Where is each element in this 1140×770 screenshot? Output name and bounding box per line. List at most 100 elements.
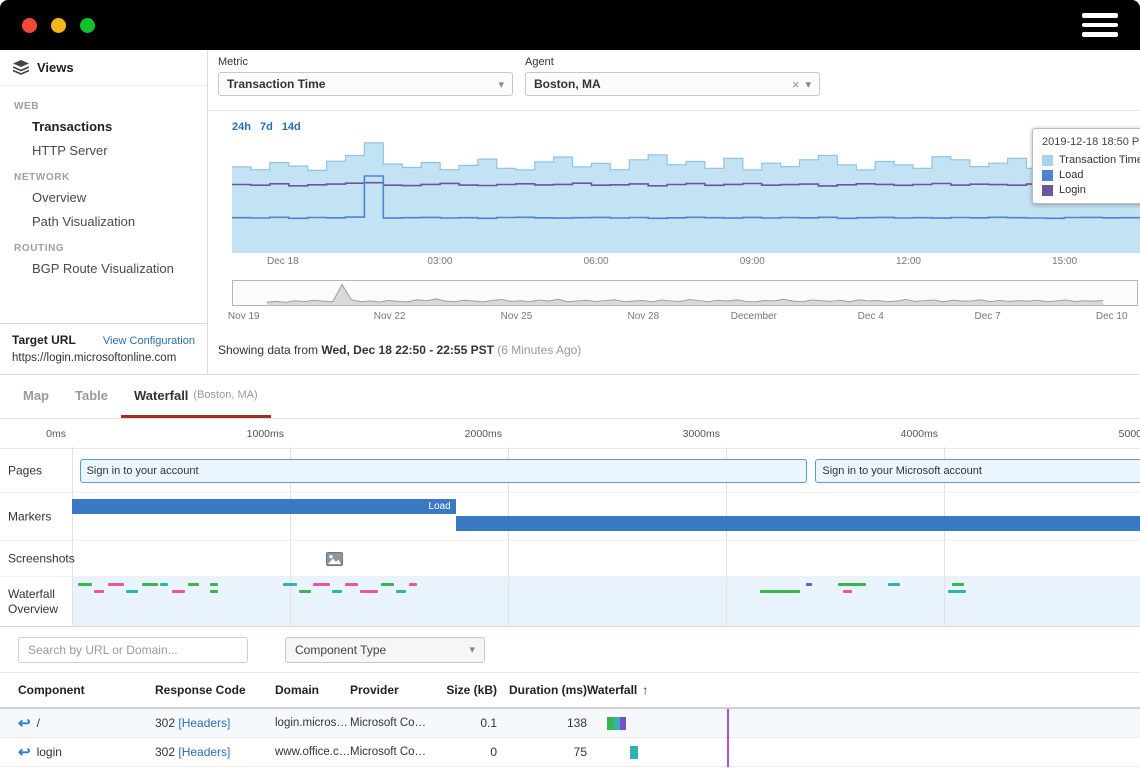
row-waterfall-cell xyxy=(587,746,1140,759)
sidebar-item-bgp-route-visualization[interactable]: BGP Route Visualization xyxy=(0,257,207,281)
sidebar-item-path-visualization[interactable]: Path Visualization xyxy=(0,210,207,234)
row-waterfall-bars xyxy=(630,746,1140,759)
column-header-component[interactable]: Component xyxy=(18,683,155,697)
column-header-provider[interactable]: Provider xyxy=(350,683,445,697)
status-line: Showing data from Wed, Dec 18 22:50 - 22… xyxy=(218,343,581,357)
brush-tick-label: Dec 4 xyxy=(858,311,884,322)
column-header-label: Response Code xyxy=(155,683,246,697)
legend-label: Login xyxy=(1059,184,1086,196)
sidebar-section-web: WEB xyxy=(0,92,207,115)
x-tick-label: Dec 18 xyxy=(267,256,299,267)
tab-label: Map xyxy=(23,388,49,403)
waterfall-overview-mark xyxy=(126,590,138,593)
component-cell: ↩/ xyxy=(18,716,155,731)
waterfall-overview-mark xyxy=(313,583,330,586)
legend-item-load: Load xyxy=(1042,169,1140,181)
domain-cell: www.office.c… xyxy=(275,746,350,758)
legend-swatch xyxy=(1042,185,1053,196)
waterfall-overview-mark xyxy=(760,590,800,593)
row-label-screenshots: Screenshots xyxy=(8,551,70,566)
metric-dropdown[interactable]: Transaction Time ▾ xyxy=(218,72,513,96)
table-body: ↩/302 [Headers]login.micros…Microsoft Co… xyxy=(0,709,1140,767)
agent-value: Boston, MA xyxy=(534,77,786,91)
marker-bar[interactable] xyxy=(456,516,1140,531)
waterfall-overview-mark xyxy=(283,583,297,586)
screenshots-track xyxy=(72,541,1140,576)
sidebar-item-overview[interactable]: Overview xyxy=(0,186,207,210)
component-type-dropdown[interactable]: Component Type ▾ xyxy=(285,637,485,663)
column-header-duration-ms[interactable]: Duration (ms) xyxy=(497,683,587,697)
sidebar-item-transactions[interactable]: Transactions xyxy=(0,115,207,139)
column-header-size-kb[interactable]: Size (kB) xyxy=(445,683,497,697)
metric-value: Transaction Time xyxy=(227,77,492,91)
component-cell: ↩login xyxy=(18,745,155,760)
waterfall-overview-mark xyxy=(381,583,394,586)
x-tick-label: 09:00 xyxy=(740,256,765,267)
time-range-24h[interactable]: 24h xyxy=(232,121,251,133)
brush-tick-label: Nov 28 xyxy=(627,311,659,322)
brush-tick-label: December xyxy=(731,311,777,322)
screenshot-thumbnail-icon[interactable] xyxy=(326,552,343,566)
agent-label: Agent xyxy=(525,56,820,68)
panel-divider xyxy=(208,110,1140,111)
status-prefix: Showing data from xyxy=(218,343,321,357)
search-input[interactable] xyxy=(18,637,248,663)
component-name: / xyxy=(37,716,40,730)
page-bar[interactable]: Sign in to your Microsoft account xyxy=(815,459,1140,483)
tab-waterfall[interactable]: Waterfall(Boston, MA) xyxy=(121,375,271,418)
duration-cell: 138 xyxy=(497,716,587,730)
waterfall-row-overview: Waterfall Overview xyxy=(0,577,1140,627)
waterfall-overview-mark xyxy=(360,590,378,593)
waterfall-segment-green xyxy=(607,717,614,730)
waterfall-overview-mark xyxy=(843,590,852,593)
brush-tick-label: Nov 25 xyxy=(501,311,533,322)
page-load-marker-line xyxy=(727,709,729,767)
view-configuration-link[interactable]: View Configuration xyxy=(103,335,195,347)
tab-table[interactable]: Table xyxy=(62,375,121,418)
x-tick-label: 06:00 xyxy=(584,256,609,267)
column-header-waterfall[interactable]: Waterfall↑ xyxy=(587,683,1140,697)
layers-icon xyxy=(13,60,29,75)
waterfall-overview-mark xyxy=(108,583,124,586)
headers-link[interactable]: [Headers] xyxy=(178,716,230,730)
column-header-response-code[interactable]: Response Code xyxy=(155,683,275,697)
redirect-icon: ↩ xyxy=(18,716,31,731)
axis-tick-label: 2000ms xyxy=(398,419,502,449)
views-header: Views xyxy=(0,50,207,86)
sidebar-item-http-server[interactable]: HTTP Server xyxy=(0,139,207,163)
time-range-7d[interactable]: 7d xyxy=(260,121,273,133)
close-window-button[interactable] xyxy=(22,18,37,33)
transaction-time-chart[interactable] xyxy=(232,140,1140,253)
marker-bar[interactable]: Load xyxy=(72,499,456,514)
clear-agent-icon[interactable]: × xyxy=(792,78,800,91)
chevron-down-icon: ▾ xyxy=(498,78,504,91)
minimize-window-button[interactable] xyxy=(51,18,66,33)
table-row[interactable]: ↩login302 [Headers]www.office.c…Microsof… xyxy=(0,738,1140,767)
app-window: Views WEBTransactionsHTTP ServerNETWORKO… xyxy=(0,0,1140,770)
chart-tooltip: 2019-12-18 18:50 PST Transaction TimeLoa… xyxy=(1032,128,1140,204)
waterfall-row-screenshots: Screenshots xyxy=(0,541,1140,577)
agent-dropdown[interactable]: Boston, MA × ▾ xyxy=(525,72,820,96)
waterfall-overview-mark xyxy=(948,590,966,593)
waterfall-overview-mark xyxy=(409,583,417,586)
waterfall-section: 0ms1000ms2000ms3000ms4000ms5000msPagesSi… xyxy=(0,419,1140,627)
row-waterfall-cell xyxy=(587,717,1140,730)
waterfall-segment-teal xyxy=(630,746,638,759)
timeline-brush-chart[interactable] xyxy=(232,280,1138,306)
legend-swatch xyxy=(1042,155,1053,166)
x-tick-label: 03:00 xyxy=(427,256,452,267)
hamburger-menu-icon[interactable] xyxy=(1082,9,1118,41)
tab-map[interactable]: Map xyxy=(10,375,62,418)
pages-track: Sign in to your account Sign in to your M… xyxy=(72,449,1140,492)
size-cell: 0 xyxy=(445,745,497,759)
page-bar[interactable]: Sign in to your account xyxy=(80,459,807,483)
headers-link[interactable]: [Headers] xyxy=(178,745,230,759)
table-row[interactable]: ↩/302 [Headers]login.micros…Microsoft Co… xyxy=(0,709,1140,738)
sidebar-nav: WEBTransactionsHTTP ServerNETWORKOvervie… xyxy=(0,86,207,281)
time-range-14d[interactable]: 14d xyxy=(282,121,301,133)
brush-tick-label: Dec 10 xyxy=(1096,311,1128,322)
components-table: ComponentResponse Code DomainProviderSize… xyxy=(0,673,1140,767)
agent-group: Agent Boston, MA × ▾ xyxy=(525,56,820,96)
zoom-window-button[interactable] xyxy=(80,18,95,33)
column-header-domain[interactable]: Domain xyxy=(275,683,350,697)
